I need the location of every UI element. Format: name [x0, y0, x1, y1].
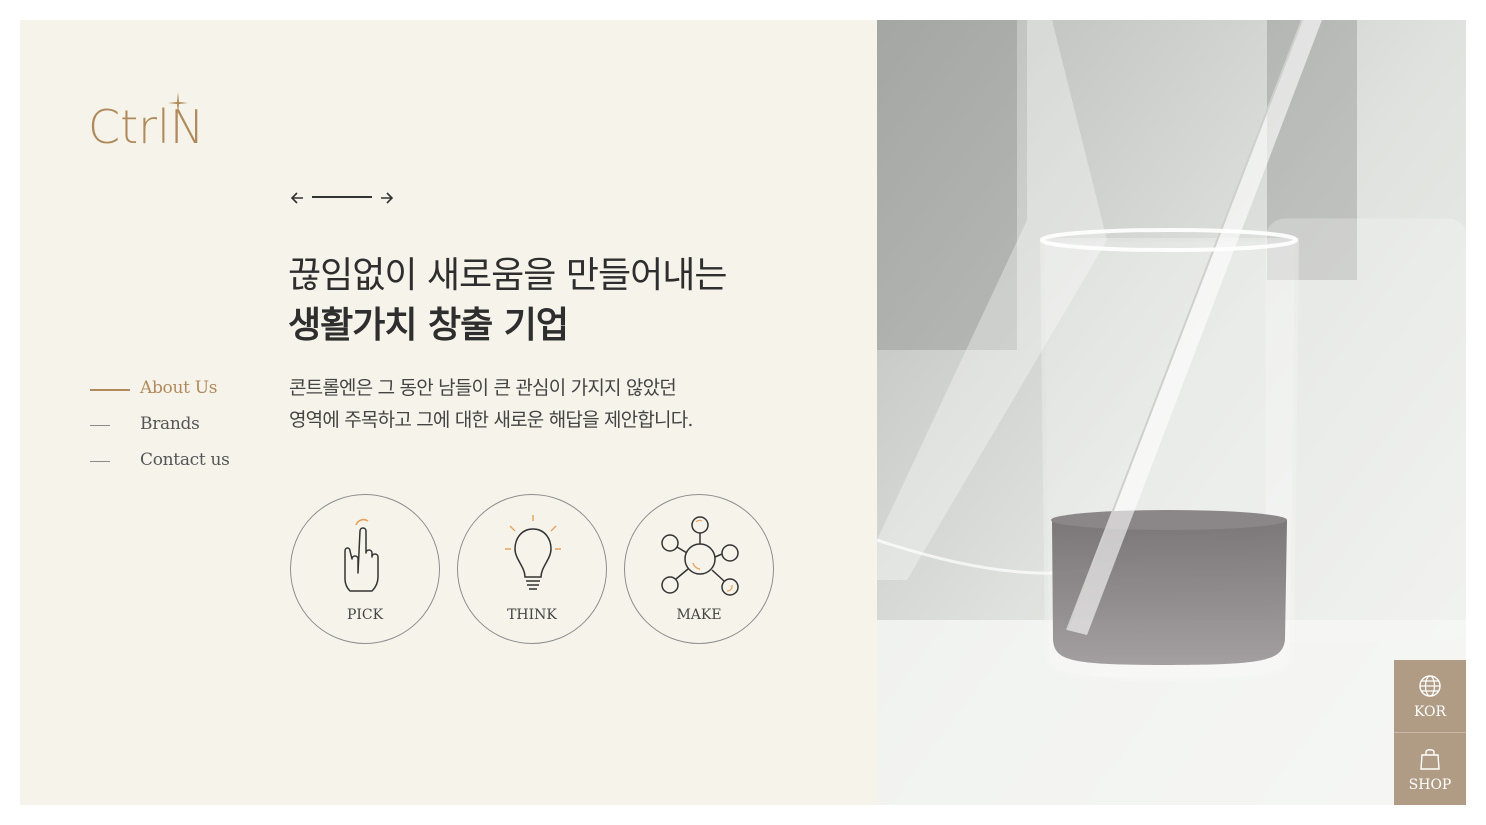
hero-image: [877, 20, 1466, 805]
pointing-hand-icon: [344, 518, 379, 592]
nav-item-label: Contact us: [140, 450, 230, 470]
language-button[interactable]: KOR: [1394, 660, 1466, 732]
shopping-bag-icon: [1420, 749, 1440, 770]
nav-dash: [90, 425, 110, 426]
main-frame: CtrlN 끊임없이 새로움을 만들어내는 생활가치 창출 기업 콘트롤엔은 그…: [20, 20, 1466, 805]
nav-item-label: About Us: [140, 378, 218, 398]
network-icon: [661, 516, 739, 596]
feature-label: PICK: [346, 607, 384, 623]
description: 콘트롤엔은 그 동안 남들이 큰 관심이 가지지 않았던 영역에 주목하고 그에…: [289, 372, 693, 436]
logo[interactable]: CtrlN: [88, 92, 228, 158]
globe-icon: [1419, 675, 1441, 697]
lab-glassware-image: [877, 20, 1466, 805]
description-line-2: 영역에 주목하고 그에 대한 새로운 해답을 제안합니다.: [289, 409, 693, 431]
slider-progress-bar: [312, 196, 372, 198]
left-panel: CtrlN 끊임없이 새로움을 만들어내는 생활가치 창출 기업 콘트롤엔은 그…: [20, 20, 877, 805]
side-nav: About Us Brands Contact us: [90, 376, 290, 484]
feature-label: THINK: [507, 607, 557, 623]
nav-dash: [90, 389, 130, 391]
arrow-left-icon[interactable]: [290, 190, 304, 204]
nav-item-about-us[interactable]: About Us: [90, 376, 290, 412]
feature-label: MAKE: [676, 607, 722, 623]
headline-line-2: 생활가치 창출 기업: [288, 305, 569, 346]
nav-item-brands[interactable]: Brands: [90, 412, 290, 448]
feature-pick: PICK: [290, 494, 440, 644]
side-buttons: KOR SHOP: [1394, 660, 1466, 805]
headline: 끊임없이 새로움을 만들어내는 생활가치 창출 기업: [288, 252, 727, 352]
sparkle-icon: [168, 92, 188, 114]
feature-make: MAKE: [624, 494, 774, 644]
description-line-1: 콘트롤엔은 그 동안 남들이 큰 관심이 가지지 않았던: [289, 377, 677, 399]
shop-button[interactable]: SHOP: [1394, 732, 1466, 805]
nav-dash: [90, 461, 110, 462]
nav-item-contact-us[interactable]: Contact us: [90, 448, 290, 484]
feature-think: THINK: [457, 494, 607, 644]
slider-controls: [290, 190, 396, 204]
arrow-right-icon[interactable]: [380, 190, 394, 204]
nav-item-label: Brands: [140, 414, 200, 434]
lightbulb-icon: [505, 515, 561, 590]
language-label: KOR: [1413, 704, 1447, 720]
headline-line-1: 끊임없이 새로움을 만들어내는: [288, 255, 727, 296]
shop-label: SHOP: [1408, 777, 1452, 793]
